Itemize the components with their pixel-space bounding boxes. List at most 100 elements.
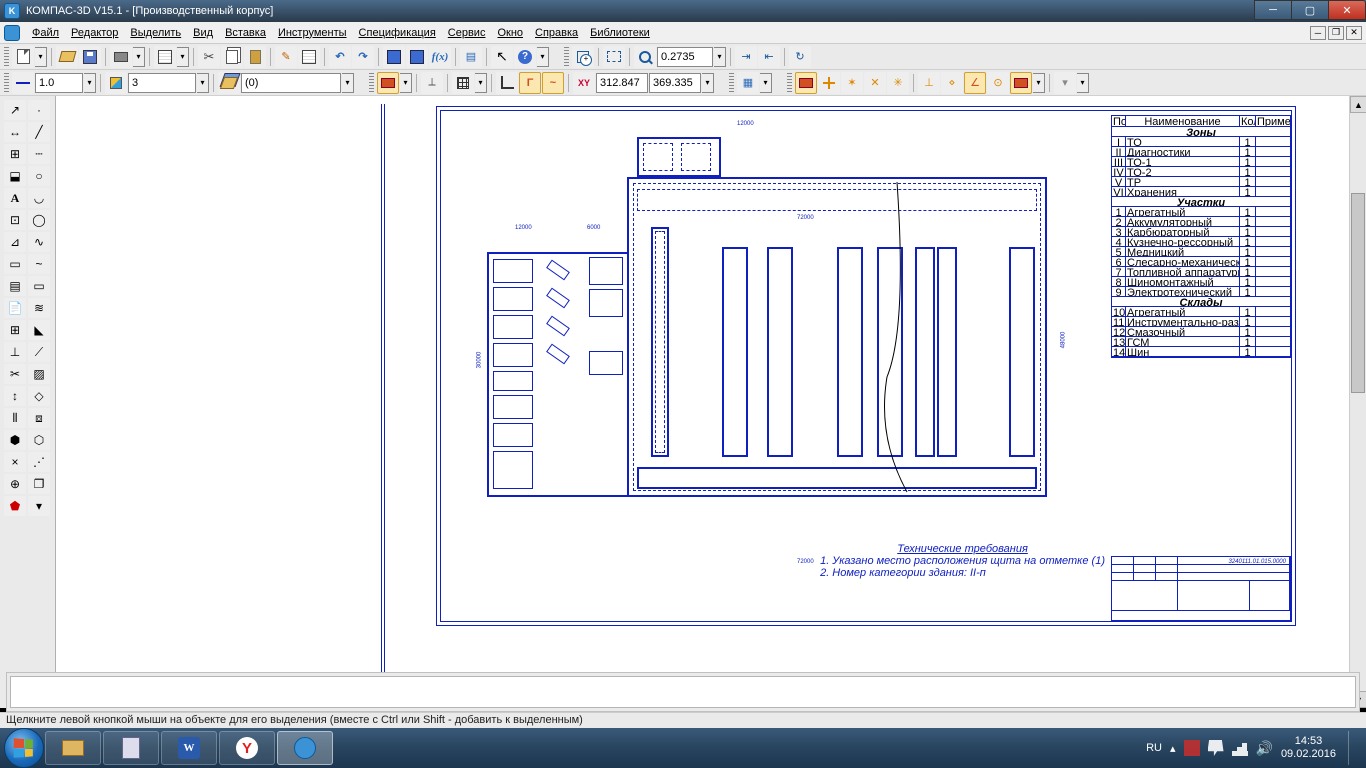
tool-assembly2[interactable]: ⬡	[28, 430, 50, 450]
menu-help[interactable]: Справка	[529, 25, 584, 41]
cut-button[interactable]: ✂	[198, 46, 220, 68]
print-button[interactable]	[110, 46, 132, 68]
osnap-global-button[interactable]	[795, 72, 817, 94]
toolbar-grip[interactable]	[4, 47, 9, 67]
tool-polyline[interactable]: ≋	[28, 298, 50, 318]
tool-copy-rect[interactable]: ❐	[28, 474, 50, 494]
menu-edit[interactable]: Редактор	[65, 25, 124, 41]
coord-y-input[interactable]	[649, 73, 701, 93]
window-minimize-button[interactable]: ─	[1254, 0, 1292, 20]
tool-spec[interactable]: ▤	[4, 276, 26, 296]
zoom-fit-button[interactable]	[603, 46, 625, 68]
osnap-intersect-button[interactable]: ✕	[864, 72, 886, 94]
toolbar-grip[interactable]	[787, 73, 792, 93]
redo-button[interactable]: ↷	[352, 46, 374, 68]
start-button[interactable]	[4, 728, 44, 768]
tool-dimensions[interactable]: ↔	[4, 122, 26, 142]
tool-designation[interactable]: ⊞	[4, 144, 26, 164]
document-manager-button[interactable]	[406, 46, 428, 68]
osnap-normal-button[interactable]: ⊥	[918, 72, 940, 94]
scroll-up-button[interactable]: ▲	[1350, 96, 1366, 113]
pan-prev-button[interactable]: ⇤	[758, 46, 780, 68]
redraw-button[interactable]: ↻	[789, 46, 811, 68]
tool-bezier[interactable]: ~	[28, 254, 50, 274]
osnap-center-button[interactable]: ⊙	[987, 72, 1009, 94]
layer-dropdown[interactable]: ▾	[197, 73, 209, 93]
tool-constraints[interactable]: ⊥	[4, 342, 26, 362]
preview-dropdown[interactable]: ▾	[177, 47, 189, 67]
mdi-app-icon[interactable]	[4, 25, 20, 41]
osnap-near-button[interactable]	[818, 72, 840, 94]
parametric-button[interactable]: ⟂	[421, 72, 443, 94]
task-calc[interactable]	[103, 731, 159, 765]
tool-geometry[interactable]: ↗	[4, 100, 26, 120]
command-input[interactable]	[10, 676, 1356, 708]
tool-reports[interactable]: 📄	[4, 298, 26, 318]
task-kompas[interactable]	[277, 731, 333, 765]
toolbar-grip[interactable]	[564, 47, 569, 67]
tool-break[interactable]: ✂	[4, 364, 26, 384]
tool-parametrize[interactable]: ⊡	[4, 210, 26, 230]
local-cs-button[interactable]: Γ	[519, 72, 541, 94]
osnap-dropdown[interactable]: ▾	[1033, 73, 1045, 93]
menu-tools[interactable]: Инструменты	[272, 25, 353, 41]
tool-equidistant[interactable]: ⫴	[4, 408, 26, 428]
tool-select[interactable]: ▭	[4, 254, 26, 274]
vertical-scrollbar[interactable]: ▲ ▼	[1349, 96, 1366, 708]
tool-hatch[interactable]: ▨	[28, 364, 50, 384]
toolbar-grip[interactable]	[729, 73, 734, 93]
line-style-input[interactable]	[35, 73, 83, 93]
osnap-tangent-button[interactable]: ✳	[887, 72, 909, 94]
menu-insert[interactable]: Вставка	[219, 25, 272, 41]
variables-button[interactable]: f(x)	[429, 46, 451, 68]
tool-chamfer[interactable]: ◣	[28, 320, 50, 340]
tray-flag-icon[interactable]	[1184, 740, 1200, 756]
tool-spline[interactable]: ∿	[28, 232, 50, 252]
tool-edit[interactable]: ⬓	[4, 166, 26, 186]
tool-views[interactable]: ⊞	[4, 320, 26, 340]
toolbar-grip[interactable]	[369, 73, 374, 93]
zoom-window-button[interactable]	[572, 46, 594, 68]
tool-rect[interactable]: ▭	[28, 276, 50, 296]
zoom-scale-button[interactable]	[634, 46, 656, 68]
print-preview-button[interactable]	[154, 46, 176, 68]
tool-assembly[interactable]: ⬢	[4, 430, 26, 450]
tool-measure[interactable]: ⊿	[4, 232, 26, 252]
format-painter-button[interactable]: ✎	[275, 46, 297, 68]
tool-more3[interactable]: ⊕	[4, 474, 26, 494]
osnap-angle-button[interactable]: ∠	[964, 72, 986, 94]
vscroll-thumb[interactable]	[1351, 193, 1365, 393]
tray-show-hidden-icon[interactable]: ▴	[1170, 742, 1176, 755]
layer-state-button[interactable]	[218, 72, 240, 94]
layer-state-dropdown[interactable]: ▾	[342, 73, 354, 93]
tool-contour[interactable]: ◇	[28, 386, 50, 406]
undo-button[interactable]: ↶	[329, 46, 351, 68]
tool-text[interactable]: A	[4, 188, 26, 208]
menu-service[interactable]: Сервис	[442, 25, 492, 41]
tray-action-center-icon[interactable]	[1208, 740, 1224, 756]
select-arrow-button[interactable]: ↖	[491, 46, 513, 68]
copy-button[interactable]	[221, 46, 243, 68]
coord-dropdown[interactable]: ▾	[702, 73, 714, 93]
tool-aux-line[interactable]: ┄	[28, 144, 50, 164]
menu-select[interactable]: Выделить	[124, 25, 187, 41]
zoom-scale-dropdown[interactable]: ▾	[714, 47, 726, 67]
spec-sync-button[interactable]: ▦	[737, 72, 759, 94]
menu-file[interactable]: Файл	[26, 25, 65, 41]
mdi-minimize-button[interactable]: ─	[1310, 26, 1326, 40]
osnap-point-button[interactable]	[1010, 72, 1032, 94]
mdi-close-button[interactable]: ✕	[1346, 26, 1362, 40]
tool-aux-geom[interactable]: ⧈	[28, 408, 50, 428]
open-button[interactable]	[56, 46, 78, 68]
drawing-canvas[interactable]: 12000 12000 6000 72000 30000 48000 72000…	[56, 96, 1349, 708]
new-dropdown[interactable]: ▾	[35, 47, 47, 67]
show-desktop-button[interactable]	[1348, 731, 1356, 765]
tool-extra-dropdown[interactable]: ▾	[28, 496, 50, 516]
window-maximize-button[interactable]: ▢	[1291, 0, 1329, 20]
tool-stop[interactable]: ⬟	[4, 496, 26, 516]
pan-next-button[interactable]: ⇥	[735, 46, 757, 68]
coord-label-button[interactable]: XY	[573, 72, 595, 94]
tool-more2[interactable]: ⋰	[28, 452, 50, 472]
layer-input[interactable]	[128, 73, 196, 93]
menu-view[interactable]: Вид	[187, 25, 219, 41]
